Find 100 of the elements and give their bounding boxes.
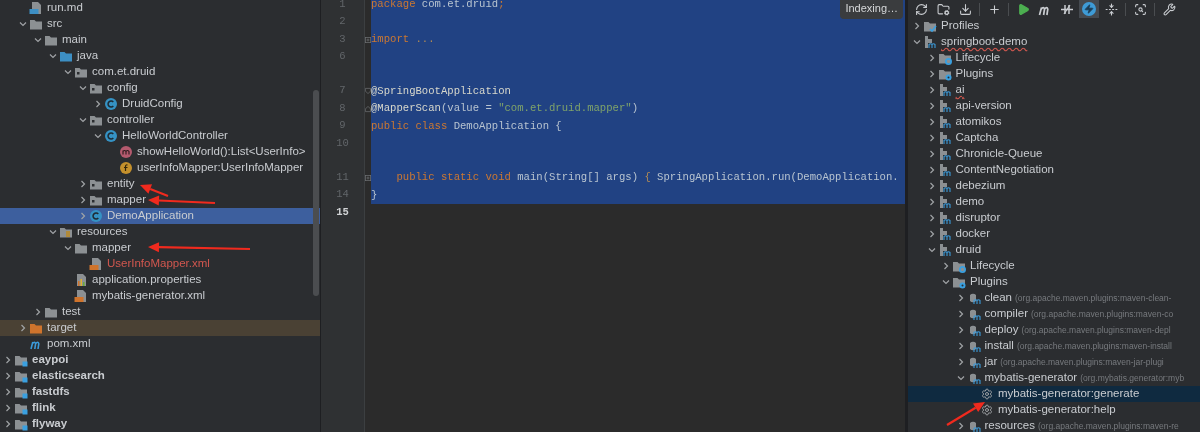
- chevron-right-icon[interactable]: [927, 70, 936, 78]
- tree-item[interactable]: test: [0, 304, 320, 320]
- chevron-right-icon[interactable]: [927, 118, 936, 126]
- chevron-right-icon[interactable]: [913, 22, 921, 30]
- chevron-right-icon[interactable]: [927, 198, 936, 206]
- tree-item[interactable]: DruidConfig: [0, 96, 320, 112]
- tree-item[interactable]: userInfoMapper:UserInfoMapper: [0, 160, 320, 176]
- scrollbar-thumb[interactable]: [313, 90, 319, 296]
- tree-item[interactable]: main: [0, 32, 320, 48]
- chevron-right-icon[interactable]: [927, 150, 936, 158]
- chevron-right-icon[interactable]: [4, 356, 12, 364]
- tree-item[interactable]: UserInfoMapper.xml: [0, 256, 320, 272]
- chevron-right-icon[interactable]: [942, 262, 950, 270]
- tree-item[interactable]: src: [0, 16, 320, 32]
- tree-item[interactable]: atomikos: [908, 114, 1200, 130]
- fold-expand-icon[interactable]: [365, 35, 371, 44]
- chevron-down-icon[interactable]: [79, 84, 87, 92]
- chevron-down-icon[interactable]: [19, 20, 27, 28]
- tree-item[interactable]: jar (org.apache.maven.plugins:maven-jar-plugi: [908, 354, 1200, 370]
- tree-item[interactable]: mybatis-generator:help: [908, 402, 1200, 418]
- tree-item[interactable]: docker: [908, 226, 1200, 242]
- chevron-down-icon[interactable]: [79, 116, 87, 124]
- tree-item[interactable]: demo: [908, 194, 1200, 210]
- chevron-right-icon[interactable]: [956, 326, 965, 334]
- chevron-right-icon[interactable]: [956, 294, 965, 302]
- chevron-down-icon[interactable]: [49, 228, 57, 236]
- tree-item[interactable]: DemoApplication: [0, 208, 320, 224]
- tree-item[interactable]: debezium: [908, 178, 1200, 194]
- chevron-down-icon[interactable]: [942, 278, 950, 286]
- chevron-right-icon[interactable]: [4, 404, 12, 412]
- chevron-down-icon[interactable]: [956, 374, 965, 382]
- tree-item[interactable]: Captcha: [908, 130, 1200, 146]
- tree-item[interactable]: flyway: [0, 416, 320, 432]
- tree-item[interactable]: mapper: [0, 240, 320, 256]
- tree-item[interactable]: Chronicle-Queue: [908, 146, 1200, 162]
- tree-item[interactable]: mapper: [0, 192, 320, 208]
- tree-item[interactable]: ai: [908, 82, 1200, 98]
- tree-item[interactable]: resources: [0, 224, 320, 240]
- toolbar-button[interactable]: [1079, 0, 1099, 18]
- chevron-right-icon[interactable]: [79, 180, 87, 188]
- chevron-right-icon[interactable]: [956, 310, 965, 318]
- tree-item[interactable]: deploy (org.apache.maven.plugins:maven-depl: [908, 322, 1200, 338]
- tree-item[interactable]: java: [0, 48, 320, 64]
- fold-start-icon[interactable]: [365, 87, 371, 96]
- chevron-right-icon[interactable]: [927, 134, 936, 142]
- chevron-right-icon[interactable]: [927, 102, 936, 110]
- tree-item[interactable]: elasticsearch: [0, 368, 320, 384]
- chevron-right-icon[interactable]: [927, 86, 936, 94]
- chevron-right-icon[interactable]: [927, 230, 936, 238]
- chevron-right-icon[interactable]: [34, 308, 42, 316]
- chevron-down-icon[interactable]: [34, 36, 42, 44]
- tree-item[interactable]: resources (org.apache.maven.plugins:maven-re: [908, 418, 1200, 432]
- chevron-right-icon[interactable]: [4, 388, 12, 396]
- tree-item[interactable]: clean (org.apache.maven.plugins:maven-clean-: [908, 290, 1200, 306]
- chevron-down-icon[interactable]: [64, 68, 72, 76]
- chevron-right-icon[interactable]: [4, 372, 12, 380]
- chevron-down-icon[interactable]: [49, 52, 57, 60]
- tree-item[interactable]: compiler (org.apache.maven.plugins:maven-co: [908, 306, 1200, 322]
- tree-item[interactable]: Lifecycle: [908, 258, 1200, 274]
- tree-item[interactable]: run.md: [0, 0, 320, 16]
- chevron-down-icon[interactable]: [927, 246, 936, 254]
- chevron-down-icon[interactable]: [913, 38, 921, 46]
- tree-item[interactable]: com.et.druid: [0, 64, 320, 80]
- chevron-right-icon[interactable]: [94, 100, 102, 108]
- tree-item[interactable]: druid: [908, 242, 1200, 258]
- chevron-right-icon[interactable]: [4, 420, 12, 428]
- tree-item[interactable]: Profiles: [908, 18, 1200, 34]
- tree-item[interactable]: HelloWorldController: [0, 128, 320, 144]
- tree-item[interactable]: mybatis-generator (org.mybatis.generator:myb: [908, 370, 1200, 386]
- tree-item[interactable]: fastdfs: [0, 384, 320, 400]
- tree-item[interactable]: controller: [0, 112, 320, 128]
- tree-item[interactable]: eaypoi: [0, 352, 320, 368]
- chevron-down-icon[interactable]: [64, 244, 72, 252]
- tree-item[interactable]: application.properties: [0, 272, 320, 288]
- chevron-right-icon[interactable]: [927, 54, 936, 62]
- chevron-down-icon[interactable]: [94, 132, 102, 140]
- chevron-right-icon[interactable]: [79, 196, 87, 204]
- tree-item[interactable]: mybatis-generator:generate: [908, 386, 1200, 402]
- tree-item[interactable]: disruptor: [908, 210, 1200, 226]
- tree-item[interactable]: target: [0, 320, 320, 336]
- chevron-right-icon[interactable]: [927, 214, 936, 222]
- chevron-right-icon[interactable]: [19, 324, 27, 332]
- tree-item[interactable]: install (org.apache.maven.plugins:maven-install: [908, 338, 1200, 354]
- tree-item[interactable]: Lifecycle: [908, 50, 1200, 66]
- tree-item[interactable]: Plugins: [908, 66, 1200, 82]
- tree-item[interactable]: showHelloWorld():List<UserInfo>: [0, 144, 320, 160]
- tree-item[interactable]: mybatis-generator.xml: [0, 288, 320, 304]
- tree-item[interactable]: config: [0, 80, 320, 96]
- tree-item[interactable]: springboot-demo: [908, 34, 1200, 50]
- chevron-right-icon[interactable]: [927, 182, 936, 190]
- tree-item[interactable]: api-version: [908, 98, 1200, 114]
- fold-expand-icon[interactable]: [365, 173, 371, 182]
- chevron-right-icon[interactable]: [956, 342, 965, 350]
- tree-item[interactable]: entity: [0, 176, 320, 192]
- chevron-right-icon[interactable]: [956, 422, 965, 430]
- tree-item[interactable]: ContentNegotiation: [908, 162, 1200, 178]
- chevron-right-icon[interactable]: [927, 166, 936, 174]
- tree-item[interactable]: Plugins: [908, 274, 1200, 290]
- tree-item[interactable]: pom.xml: [0, 336, 320, 352]
- tree-item[interactable]: flink: [0, 400, 320, 416]
